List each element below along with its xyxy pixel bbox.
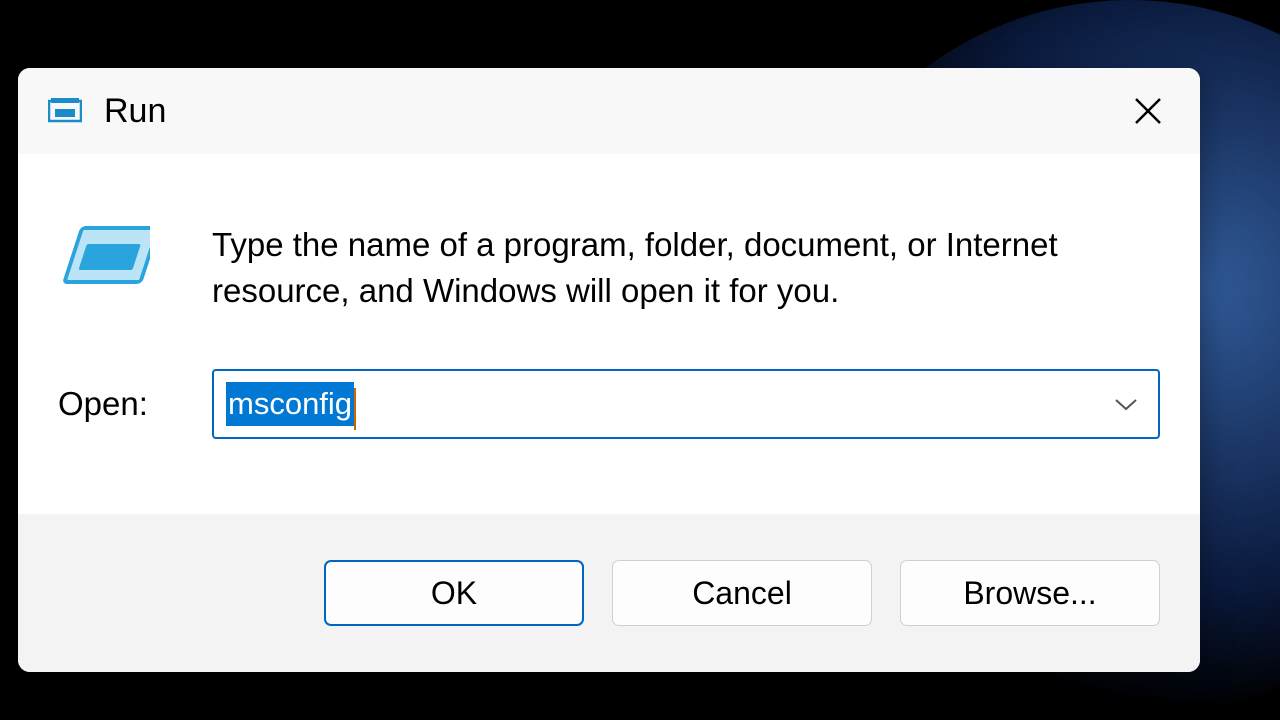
- chevron-down-icon[interactable]: [1114, 397, 1138, 411]
- open-combobox[interactable]: msconfig: [212, 369, 1160, 439]
- run-titlebar-icon: [48, 97, 82, 125]
- text-caret: [354, 388, 356, 430]
- close-button[interactable]: [1124, 87, 1172, 135]
- browse-button[interactable]: Browse...: [900, 560, 1160, 626]
- run-dialog: Run Type the name of a program, folder, …: [18, 68, 1200, 672]
- titlebar: Run: [18, 68, 1200, 154]
- open-input-value: msconfig: [226, 382, 354, 425]
- cancel-button[interactable]: Cancel: [612, 560, 872, 626]
- run-icon: [58, 222, 150, 290]
- dialog-content: Type the name of a program, folder, docu…: [18, 154, 1200, 514]
- open-label: Open:: [58, 385, 212, 423]
- ok-button[interactable]: OK: [324, 560, 584, 626]
- button-bar: OK Cancel Browse...: [18, 514, 1200, 672]
- dialog-description: Type the name of a program, folder, docu…: [212, 222, 1152, 313]
- dialog-title: Run: [104, 92, 166, 131]
